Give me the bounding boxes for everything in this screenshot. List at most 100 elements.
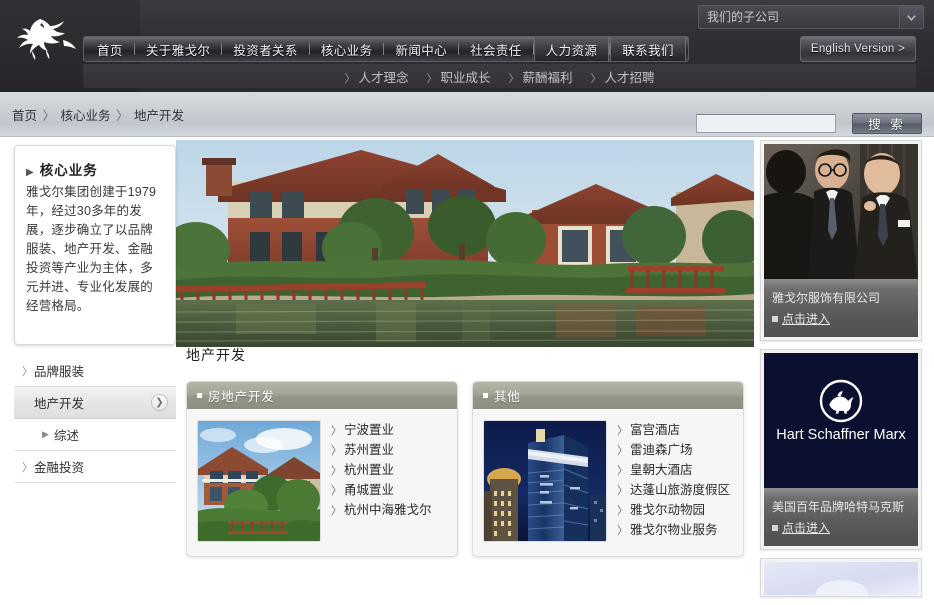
panel-link-suzhou[interactable]: 〉苏州置业 [331, 441, 447, 461]
nav-item-contact[interactable]: 联系我们 [610, 37, 686, 61]
subnav-item-recruitment[interactable]: 〉人才招聘 [591, 67, 655, 86]
panel-body: 〉富宫酒店 〉雷迪森广场 〉皇朝大酒店 〉达蓬山旅游度假区 〉雅戈尔动物园 〉雅… [473, 409, 743, 556]
winged-horse-logo[interactable] [8, 14, 86, 62]
chevron-right-icon: 〉 [331, 505, 342, 517]
chevron-right-icon: 〉 [617, 525, 628, 537]
panel-link-label: 皇朝大酒店 [630, 463, 693, 477]
panel-link-label: 杭州置业 [344, 463, 395, 477]
panel-link-label: 雅戈尔物业服务 [630, 523, 718, 537]
rail-caption: 美国百年品牌哈特马克斯 点击进入 [764, 488, 918, 546]
core-business-intro-card: ▶ 核心业务 雅戈尔集团创建于1979年，经过30多年的发展，逐步确立了以品牌服装… [14, 145, 176, 345]
sidebar-item-label: 品牌服装 [34, 365, 85, 379]
nav-item-human-resources[interactable]: 人力资源 [533, 37, 610, 61]
panel-link-hangzhou-zhonghai[interactable]: 〉杭州中海雅戈尔 [331, 501, 447, 521]
square-bullet-icon [772, 525, 778, 531]
sidebar-item-real-estate[interactable]: 地产开发 ❯ [14, 387, 176, 419]
chevron-right-icon: 〉 [617, 485, 628, 497]
panel-real-estate-development: 房地产开发 〉 宁波置业 〉 苏州置业 〉 杭州置业 〉 甬城置业 〉 杭州中海… [186, 381, 458, 557]
panel-link-label: 甬城置业 [344, 483, 395, 497]
panel-heading: 其他 [473, 382, 743, 409]
panel-link-label: 杭州中海雅戈尔 [344, 503, 432, 517]
breadcrumb-item-core-business[interactable]: 核心业务 [61, 109, 111, 123]
panel-link-list: 〉富宫酒店 〉雷迪森广场 〉皇朝大酒店 〉达蓬山旅游度假区 〉雅戈尔动物园 〉雅… [617, 420, 733, 542]
right-rail: 雅戈尔服饰有限公司 点击进入 Hart Schaffner Marx 美国百年品… [760, 140, 922, 605]
panel-link-youngor-zoo[interactable]: 〉雅戈尔动物园 [617, 501, 733, 521]
panel-other-businesses: 其他 〉 富宫酒店 〉 雷迪森广场 〉 皇朝大酒店 〉 达蓬山旅游度假区 〉 雅… [472, 381, 744, 557]
breadcrumb-item-real-estate[interactable]: 地产开发 [134, 109, 184, 123]
main-navigation[interactable]: 首页 关于雅戈尔 投资者关系 核心业务 新闻中心 社会责任 人力资源 联系我们 [83, 36, 689, 62]
panel-link-ningbo[interactable]: 〉宁波置业 [331, 421, 447, 441]
sidebar-item-financial-investment[interactable]: 〉 金融投资 [14, 451, 176, 483]
subnav-label: 人才理念 [358, 70, 409, 85]
chevron-right-icon: 〉 [331, 485, 342, 497]
subnav-label: 职业成长 [440, 70, 491, 85]
chevron-right-icon: 〉 [426, 72, 438, 85]
chevron-right-icon: 〉 [590, 72, 602, 85]
rail-caption: 雅戈尔服饰有限公司 点击进入 [764, 279, 918, 337]
chevron-right-icon: 〉 [617, 505, 628, 517]
subsidiary-dropdown[interactable]: 我们的子公司 [698, 5, 924, 29]
intro-title-text: 核心业务 [39, 163, 98, 178]
chevron-right-circle-icon[interactable]: ❯ [151, 394, 168, 411]
breadcrumb-separator: 〉 [42, 109, 56, 123]
subnav-item-talent-philosophy[interactable]: 〉人才理念 [344, 67, 408, 86]
panel-link-label: 苏州置业 [344, 443, 395, 457]
panel-link-label: 宁波置业 [344, 423, 395, 437]
panel-heading-label: 房地产开发 [208, 390, 275, 404]
page-title: 地产开发 [186, 347, 246, 363]
search-button[interactable]: 搜 索 [852, 113, 922, 134]
subnav-item-career-growth[interactable]: 〉职业成长 [426, 67, 490, 86]
panel-link-dapengshan-resort[interactable]: 〉达蓬山旅游度假区 [617, 481, 733, 501]
breadcrumb-separator: 〉 [116, 109, 129, 123]
chevron-right-icon: 〉 [22, 365, 33, 378]
rail-card-hart-schaffner-marx[interactable]: Hart Schaffner Marx 美国百年品牌哈特马克斯 点击进入 [760, 349, 922, 550]
square-bullet-icon [772, 316, 778, 322]
sidebar-item-label: 金融投资 [34, 461, 85, 475]
nav-item-core-business[interactable]: 核心业务 [310, 37, 384, 61]
sidebar-item-brand-apparel[interactable]: 〉 品牌服装 [14, 355, 176, 387]
nav-item-home[interactable]: 首页 [86, 37, 134, 61]
villa-house-thumbnail [197, 420, 321, 542]
sidebar-item-label: 地产开发 [34, 397, 85, 411]
intro-title: ▶ 核心业务 [26, 159, 164, 179]
rail-card-third-brand[interactable] [760, 558, 922, 597]
search-input[interactable] [697, 115, 835, 132]
panel-link-youngor-property-service[interactable]: 〉雅戈尔物业服务 [617, 521, 733, 541]
page-body: ▶ 核心业务 雅戈尔集团创建于1979年，经过30多年的发展，逐步确立了以品牌服装… [0, 137, 934, 599]
nav-item-about[interactable]: 关于雅戈尔 [135, 37, 222, 61]
square-bullet-icon [197, 393, 202, 398]
chevron-right-icon: 〉 [331, 445, 342, 457]
hero-villa-waterfront-photo [176, 140, 754, 347]
panel-heading: 房地产开发 [187, 382, 457, 409]
panel-link-radisson-plaza[interactable]: 〉雷迪森广场 [617, 441, 733, 461]
panel-link-hangzhou[interactable]: 〉杭州置业 [331, 461, 447, 481]
hart-schaffner-marx-logo: Hart Schaffner Marx [764, 353, 918, 488]
chevron-right-icon: 〉 [617, 445, 628, 457]
rail-card-enter-link[interactable]: 点击进入 [782, 521, 830, 535]
rail-card-youngor-apparel[interactable]: 雅戈尔服饰有限公司 点击进入 [760, 140, 922, 341]
square-bullet-icon [483, 393, 488, 398]
subnav-item-compensation[interactable]: 〉薪酬福利 [509, 67, 573, 86]
rail-card-link-row: 点击进入 [772, 519, 910, 536]
page-root: 我们的子公司 首页 关于雅戈尔 投资者关系 核心业务 新闻中心 社会责任 人力资… [0, 0, 934, 599]
chevron-right-icon: 〉 [617, 425, 628, 437]
nav-item-social-responsibility[interactable]: 社会责任 [459, 37, 533, 61]
panel-group: 房地产开发 〉 宁波置业 〉 苏州置业 〉 杭州置业 〉 甬城置业 〉 杭州中海… [186, 381, 754, 557]
panel-link-yongcheng[interactable]: 〉甬城置业 [331, 481, 447, 501]
panel-link-huangchao-hotel[interactable]: 〉皇朝大酒店 [617, 461, 733, 481]
search-input-wrapper[interactable] [696, 114, 836, 133]
chevron-down-icon[interactable] [899, 6, 923, 28]
rail-card-enter-link[interactable]: 点击进入 [782, 312, 830, 326]
subsidiary-dropdown-value: 我们的子公司 [707, 10, 780, 24]
panel-link-label: 雷迪森广场 [630, 443, 693, 457]
breadcrumb-item-home[interactable]: 首页 [12, 109, 37, 123]
sidebar-item-overview[interactable]: ▶ 综述 [14, 419, 176, 451]
english-version-button[interactable]: English Version > [800, 36, 916, 62]
sidebar-item-label: 综述 [54, 429, 80, 443]
breadcrumb: 首页 〉 核心业务 〉 地产开发 [12, 105, 184, 124]
panel-link-label: 达蓬山旅游度假区 [630, 483, 731, 497]
nav-item-investor[interactable]: 投资者关系 [222, 37, 309, 61]
nav-item-news[interactable]: 新闻中心 [384, 37, 458, 61]
intro-text: 雅戈尔集团创建于1979年，经过30多年的发展，逐步确立了以品牌服装、地产开发、… [26, 185, 157, 313]
panel-link-fugong-hotel[interactable]: 〉富宫酒店 [617, 421, 733, 441]
